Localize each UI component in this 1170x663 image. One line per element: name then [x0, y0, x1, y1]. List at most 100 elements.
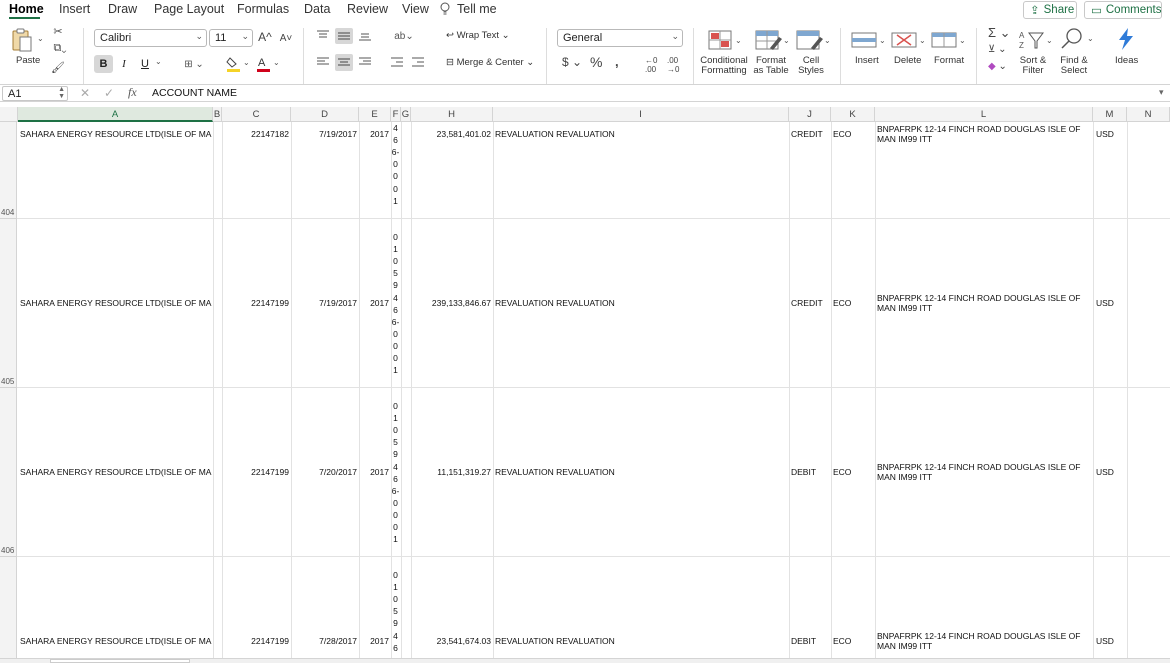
- sort-filter-icon[interactable]: A Z ⌄: [1017, 28, 1053, 52]
- underline-dropdown-chevron[interactable]: ⌄: [155, 57, 162, 66]
- insert-cells-icon[interactable]: ⌄: [850, 28, 886, 52]
- format-as-table-icon[interactable]: ⌄: [754, 28, 790, 52]
- currency-cell[interactable]: USD: [1096, 467, 1126, 477]
- address-cell[interactable]: BNPAFRPK 12-14 FINCH ROAD DOUGLAS ISLE O…: [877, 124, 1089, 144]
- address-cell[interactable]: BNPAFRPK 12-14 FINCH ROAD DOUGLAS ISLE O…: [877, 462, 1089, 482]
- tell-me-search[interactable]: Tell me: [457, 2, 497, 16]
- align-right-icon[interactable]: [358, 55, 372, 69]
- transaction-type-cell[interactable]: CREDIT: [791, 298, 829, 308]
- column-header-m[interactable]: M: [1093, 107, 1127, 122]
- paste-icon[interactable]: [10, 26, 34, 54]
- horizontal-scrollbar[interactable]: [0, 658, 1170, 663]
- underline-button[interactable]: U: [138, 55, 152, 73]
- cut-icon[interactable]: ✂: [52, 25, 64, 38]
- tab-data[interactable]: Data: [304, 2, 330, 16]
- year-cell[interactable]: 2017: [359, 467, 389, 477]
- row-header[interactable]: 405: [0, 219, 17, 388]
- account-name-cell[interactable]: SAHARA ENERGY RESOURCE LTD(ISLE OF MAN 3…: [20, 129, 212, 139]
- merge-center-button[interactable]: ⊟ Merge & Center ⌄: [446, 57, 534, 68]
- currency-cell[interactable]: USD: [1096, 636, 1126, 646]
- column-header-j[interactable]: J: [789, 107, 831, 122]
- formula-input[interactable]: ACCOUNT NAME: [152, 87, 237, 99]
- expand-formula-icon[interactable]: ▾: [1159, 87, 1164, 98]
- account-number-cell[interactable]: 22147199: [222, 636, 289, 646]
- date-cell[interactable]: 7/19/2017: [291, 298, 357, 308]
- format-cells-icon[interactable]: ⌄: [930, 28, 966, 52]
- bold-button[interactable]: B: [94, 55, 113, 73]
- tab-draw[interactable]: Draw: [108, 2, 137, 16]
- function-icon[interactable]: fx: [128, 85, 137, 100]
- autosum-icon[interactable]: Σ ⌄: [988, 25, 1011, 41]
- delete-cells-icon[interactable]: ⌄: [890, 28, 926, 52]
- align-left-icon[interactable]: [316, 55, 330, 69]
- date-cell[interactable]: 7/20/2017: [291, 467, 357, 477]
- date-cell[interactable]: 7/19/2017: [291, 129, 357, 139]
- column-header-g[interactable]: G: [401, 107, 411, 122]
- format-painter-icon[interactable]: 🖌: [51, 60, 65, 74]
- tab-insert[interactable]: Insert: [59, 2, 90, 16]
- share-button[interactable]: ⇪ Share: [1023, 1, 1077, 19]
- row-header[interactable]: 406: [0, 388, 17, 557]
- enter-icon[interactable]: ✓: [104, 86, 114, 100]
- decrease-font-size-icon[interactable]: A˅: [280, 31, 293, 45]
- column-header-k[interactable]: K: [831, 107, 875, 122]
- tab-home[interactable]: Home: [9, 2, 44, 16]
- orientation-icon[interactable]: ab⌄: [390, 29, 418, 43]
- row-header[interactable]: 404: [0, 122, 17, 219]
- italic-button[interactable]: I: [117, 55, 131, 73]
- column-header-h[interactable]: H: [411, 107, 493, 122]
- code-cell[interactable]: ECO: [833, 298, 873, 308]
- column-header-n[interactable]: N: [1127, 107, 1170, 122]
- account-name-cell[interactable]: SAHARA ENERGY RESOURCE LTD(ISLE OF MAN 1…: [20, 636, 212, 646]
- code-cell[interactable]: ECO: [833, 129, 873, 139]
- address-cell[interactable]: BNPAFRPK 12-14 FINCH ROAD DOUGLAS ISLE O…: [877, 293, 1089, 313]
- font-name-select[interactable]: Calibri ⌄: [94, 29, 207, 47]
- transaction-type-cell[interactable]: DEBIT: [791, 636, 829, 646]
- decrease-decimal-icon[interactable]: .00 →0: [667, 56, 679, 74]
- transaction-type-cell[interactable]: CREDIT: [791, 129, 829, 139]
- paste-dropdown-chevron[interactable]: ⌄: [37, 34, 44, 43]
- align-middle-icon[interactable]: [335, 28, 353, 44]
- align-bottom-icon[interactable]: [358, 30, 372, 42]
- increase-decimal-icon[interactable]: ←0.00: [645, 56, 657, 74]
- name-box[interactable]: A1 ▲ ▼: [2, 86, 68, 101]
- description-cell[interactable]: REVALUATION REVALUATION: [495, 467, 785, 477]
- column-header-a[interactable]: A: [18, 107, 213, 122]
- tab-view[interactable]: View: [402, 2, 429, 16]
- amount-cell[interactable]: 23,581,401.02: [411, 129, 491, 139]
- account-number-cell[interactable]: 22147199: [222, 467, 289, 477]
- description-cell[interactable]: REVALUATION REVALUATION: [495, 636, 785, 646]
- year-cell[interactable]: 2017: [359, 298, 389, 308]
- select-all-corner[interactable]: [0, 107, 18, 122]
- column-header-e[interactable]: E: [359, 107, 391, 122]
- font-color-icon[interactable]: A ⌄: [255, 55, 281, 73]
- decrease-indent-icon[interactable]: [390, 55, 404, 69]
- align-center-icon[interactable]: [335, 54, 353, 71]
- description-cell[interactable]: REVALUATION REVALUATION: [495, 298, 785, 308]
- wrap-text-button[interactable]: ↩ Wrap Text ⌄: [446, 30, 510, 41]
- column-header-c[interactable]: C: [222, 107, 291, 122]
- fill-icon[interactable]: ⊻ ⌄: [988, 44, 1006, 55]
- find-select-icon[interactable]: ⌄: [1058, 26, 1094, 52]
- year-cell[interactable]: 2017: [359, 636, 389, 646]
- code-cell[interactable]: ECO: [833, 467, 873, 477]
- conditional-formatting-icon[interactable]: ⌄: [707, 28, 743, 52]
- comma-style-icon[interactable]: ,: [615, 54, 619, 69]
- align-top-icon[interactable]: [316, 29, 330, 41]
- transaction-type-cell[interactable]: DEBIT: [791, 467, 829, 477]
- currency-cell[interactable]: USD: [1096, 129, 1126, 139]
- number-format-select[interactable]: General ⌄: [557, 29, 683, 47]
- description-cell[interactable]: REVALUATION REVALUATION: [495, 129, 785, 139]
- tab-review[interactable]: Review: [347, 2, 388, 16]
- account-name-cell[interactable]: SAHARA ENERGY RESOURCE LTD(ISLE OF MAN 1…: [20, 467, 212, 477]
- increase-font-size-icon[interactable]: A^: [258, 29, 272, 45]
- amount-cell[interactable]: 239,133,846.67: [411, 298, 491, 308]
- code-cell[interactable]: ECO: [833, 636, 873, 646]
- font-size-select[interactable]: 11 ⌄: [209, 29, 253, 47]
- column-header-l[interactable]: L: [875, 107, 1093, 122]
- column-header-b[interactable]: B: [213, 107, 222, 122]
- clear-icon[interactable]: ◆ ⌄: [988, 61, 1007, 72]
- increase-indent-icon[interactable]: [411, 55, 425, 69]
- column-header-f[interactable]: F: [391, 107, 401, 122]
- account-number-cell[interactable]: 22147199: [222, 298, 289, 308]
